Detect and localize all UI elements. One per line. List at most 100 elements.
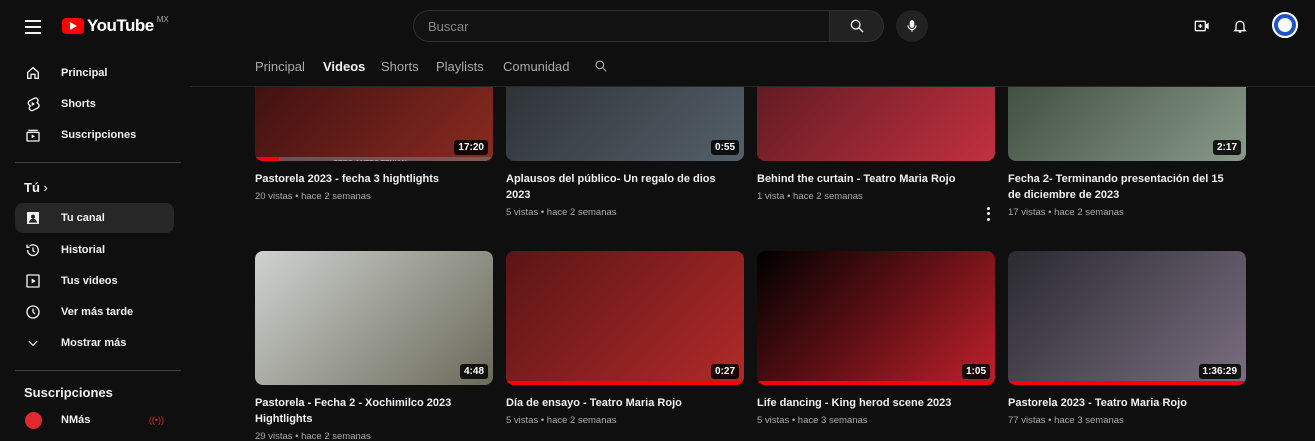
video-meta: 77 vistas • hace 3 semanas bbox=[1008, 415, 1124, 426]
sidebar: Principal Shorts Suscripciones Tú › Tu c… bbox=[0, 56, 190, 441]
video-thumbnail[interactable]: 0:27 bbox=[506, 251, 744, 385]
search-input[interactable] bbox=[413, 10, 829, 42]
menu-button[interactable] bbox=[22, 16, 44, 38]
your-videos-icon bbox=[24, 272, 42, 290]
watch-progress-fill bbox=[757, 381, 995, 385]
video-title[interactable]: Pastorela 2023 - Teatro Maria Rojo bbox=[1008, 395, 1230, 411]
you-section-title[interactable]: Tú › bbox=[24, 180, 48, 195]
nmas-avatar bbox=[24, 411, 42, 429]
sidebar-item-label: NMás bbox=[61, 414, 91, 426]
video-title[interactable]: Fecha 2- Terminando presentación del 15 … bbox=[1008, 171, 1230, 203]
video-card[interactable]: 1:36:29 Pastorela 2023 - Teatro Maria Roj… bbox=[1008, 251, 1246, 426]
tab-videos[interactable]: Videos bbox=[323, 59, 365, 74]
logo-text: YouTube bbox=[87, 16, 154, 35]
sidebar-item-tu-canal[interactable]: Tu canal bbox=[15, 203, 174, 233]
watch-progress-fill bbox=[506, 381, 744, 385]
sidebar-item-label: Shorts bbox=[61, 98, 96, 110]
home-icon bbox=[24, 64, 42, 82]
subscriptions-icon bbox=[24, 126, 42, 144]
tab-playlists[interactable]: Playlists bbox=[436, 59, 484, 74]
watch-progress-fill bbox=[255, 157, 279, 161]
video-title[interactable]: Pastorela - Fecha 2 - Xochimilco 2023 Hi… bbox=[255, 395, 477, 427]
video-meta: 20 vistas • hace 2 semanas bbox=[255, 191, 371, 202]
voice-search-button[interactable] bbox=[896, 10, 928, 42]
video-title[interactable]: Behind the curtain - Teatro Maria Rojo bbox=[757, 171, 979, 187]
video-thumbnail[interactable]: 1:05 bbox=[757, 251, 995, 385]
sidebar-item-label: Principal bbox=[61, 67, 108, 79]
tab-shorts[interactable]: Shorts bbox=[381, 59, 419, 74]
video-meta: 5 vistas • hace 2 semanas bbox=[506, 415, 617, 426]
channel-tabs: Principal Videos Shorts Playlists Comuni… bbox=[190, 56, 1315, 87]
video-meta: 17 vistas • hace 2 semanas bbox=[1008, 207, 1124, 218]
sidebar-item-mostrar-mas[interactable]: Mostrar más bbox=[15, 328, 174, 358]
watch-progress-bar bbox=[757, 381, 995, 385]
sidebar-item-label: Tu canal bbox=[61, 212, 105, 224]
video-meta: 5 vistas • hace 3 semanas bbox=[757, 415, 868, 426]
video-card[interactable]: 4:48 Pastorela - Fecha 2 - Xochimilco 202… bbox=[255, 251, 493, 441]
video-card[interactable]: 1:05 Life dancing - King herod scene 2023… bbox=[757, 251, 995, 426]
video-duration: 1:36:29 bbox=[1198, 364, 1241, 379]
sidebar-item-nmas[interactable]: NMás ((•)) bbox=[15, 405, 174, 435]
tab-principal[interactable]: Principal bbox=[255, 59, 305, 74]
notifications-button[interactable] bbox=[1228, 14, 1252, 38]
video-title[interactable]: Life dancing - King herod scene 2023 bbox=[757, 395, 979, 411]
create-video-icon bbox=[1194, 20, 1209, 32]
sidebar-item-tus-videos[interactable]: Tus videos bbox=[15, 266, 174, 296]
sidebar-item-principal[interactable]: Principal bbox=[15, 58, 174, 88]
watch-progress-bar bbox=[255, 157, 493, 161]
sidebar-item-shorts[interactable]: Shorts bbox=[15, 89, 174, 119]
video-meta: 29 vistas • hace 2 semanas bbox=[255, 431, 371, 441]
youtube-play-icon bbox=[62, 18, 84, 34]
sidebar-item-label: Ver más tarde bbox=[61, 306, 134, 318]
search-button[interactable] bbox=[829, 10, 884, 42]
chevron-down-icon bbox=[24, 334, 42, 352]
video-duration: 4:48 bbox=[459, 364, 488, 379]
history-icon bbox=[24, 241, 42, 259]
watch-progress-bar bbox=[506, 381, 744, 385]
video-duration: 1:05 bbox=[961, 364, 990, 379]
create-button[interactable] bbox=[1190, 14, 1214, 38]
sidebar-item-label: Suscripciones bbox=[61, 129, 137, 141]
video-title[interactable]: Día de ensayo - Teatro Maria Rojo bbox=[506, 395, 728, 411]
live-icon: ((•)) bbox=[148, 415, 164, 425]
top-bar: YouTube MX bbox=[0, 0, 1315, 56]
video-meta: 1 vista • hace 2 semanas bbox=[757, 191, 863, 202]
sidebar-item-historial[interactable]: Historial bbox=[15, 235, 174, 265]
search-icon bbox=[850, 19, 863, 33]
sidebar-item-label: Tus videos bbox=[61, 275, 118, 287]
tab-comunidad[interactable]: Comunidad bbox=[503, 59, 570, 74]
sidebar-item-label: Historial bbox=[61, 244, 106, 256]
sidebar-divider bbox=[15, 370, 181, 371]
bell-icon bbox=[1233, 20, 1247, 33]
video-options-button[interactable] bbox=[983, 206, 993, 222]
sidebar-item-ver-mas-tarde[interactable]: Ver más tarde bbox=[15, 297, 174, 327]
video-thumbnail[interactable]: 1:36:29 bbox=[1008, 251, 1246, 385]
video-thumbnail[interactable]: 4:48 bbox=[255, 251, 493, 385]
video-meta: 5 vistas • hace 2 semanas bbox=[506, 207, 617, 218]
watch-progress-bar bbox=[1008, 381, 1246, 385]
shorts-icon bbox=[24, 95, 42, 113]
video-title[interactable]: Pastorela 2023 - fecha 3 hightlights bbox=[255, 171, 477, 187]
watch-progress-fill bbox=[1008, 381, 1246, 385]
subscriptions-section-title: Suscripciones bbox=[24, 385, 113, 400]
microphone-icon bbox=[907, 20, 917, 32]
video-duration: 2:17 bbox=[1212, 140, 1241, 155]
you-title-label: Tú bbox=[24, 180, 40, 195]
avatar-image bbox=[1278, 18, 1292, 32]
video-title[interactable]: Aplausos del público- Un regalo de dios … bbox=[506, 171, 728, 203]
video-card[interactable]: 0:27 Día de ensayo - Teatro Maria Rojo 5 v… bbox=[506, 251, 744, 426]
channel-search-icon[interactable] bbox=[594, 59, 608, 73]
search-bar bbox=[413, 10, 884, 42]
chevron-right-icon: › bbox=[43, 180, 48, 195]
watch-later-icon bbox=[24, 303, 42, 321]
video-duration: 0:55 bbox=[710, 140, 739, 155]
country-code: MX bbox=[156, 15, 169, 24]
youtube-logo[interactable]: YouTube MX bbox=[62, 14, 169, 38]
sidebar-item-label: Mostrar más bbox=[61, 337, 127, 349]
video-duration: 0:27 bbox=[710, 364, 739, 379]
sidebar-item-suscripciones[interactable]: Suscripciones bbox=[15, 120, 174, 150]
video-duration: 17:20 bbox=[454, 140, 488, 155]
sidebar-divider bbox=[15, 162, 181, 163]
channel-icon bbox=[24, 209, 42, 227]
account-avatar[interactable] bbox=[1272, 12, 1298, 38]
